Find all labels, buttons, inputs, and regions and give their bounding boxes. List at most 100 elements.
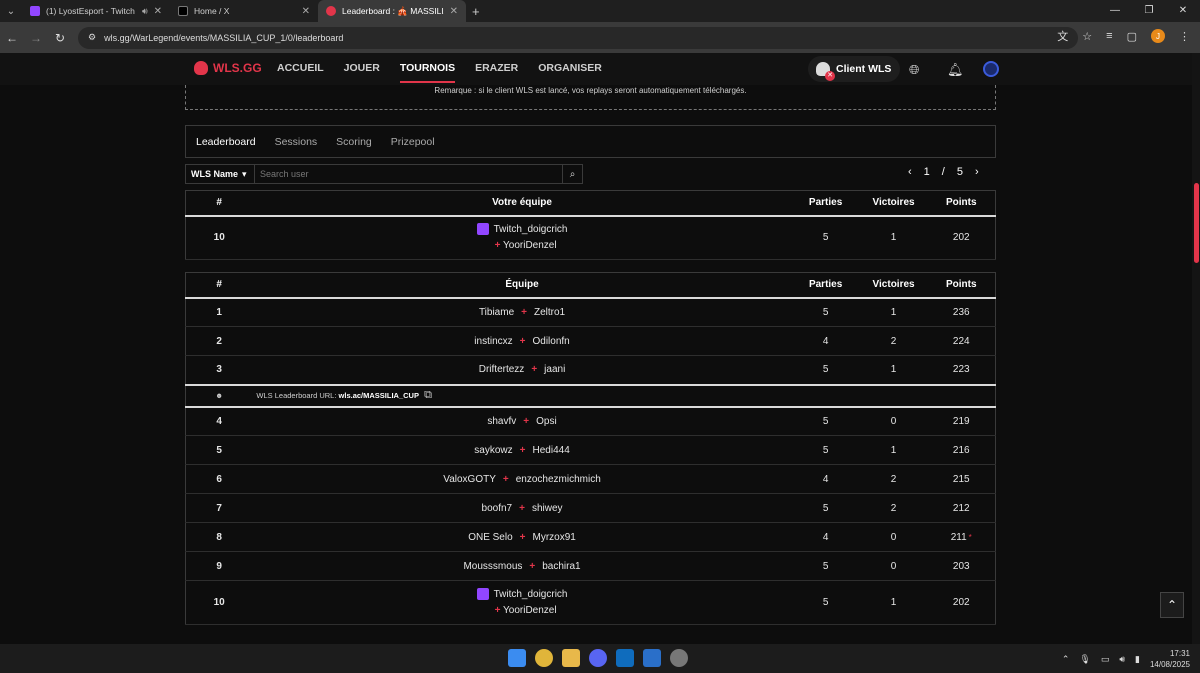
tab-close-icon[interactable]: ✕ [302,6,310,17]
user-avatar[interactable] [983,61,999,77]
player-name[interactable]: instincxz [474,336,512,347]
tab-prizepool[interactable]: Prizepool [391,136,435,148]
search-field-select[interactable]: WLS Name ▾ [185,164,255,184]
scrollbar-thumb[interactable] [1194,183,1199,263]
table-row[interactable]: 10 Twitch_doigcrich + YooriDenzel 5 1 20… [185,580,996,625]
player-name[interactable]: enzochezmichmich [516,474,601,485]
table-row[interactable]: 9 Mousssmous + bachira1 5 0 203 [185,551,996,581]
close-window-icon[interactable]: ✕ [1166,0,1200,22]
outlook-icon[interactable] [616,649,634,667]
player-name[interactable]: Twitch_doigcrich [494,224,568,235]
player-name[interactable]: Twitch_doigcrich [494,589,568,600]
minimize-icon[interactable]: — [1098,0,1132,22]
volume-icon[interactable]: 🔊︎ [1119,654,1125,665]
browser-menu-icon[interactable]: ⋮ [1179,30,1190,43]
table-row[interactable]: 6 ValoxGOTY + enzochezmichmich 4 2 215 [185,464,996,494]
tab-close-icon[interactable]: ✕ [154,6,162,17]
clock[interactable]: 17:31 14/08/2025 [1150,648,1190,670]
victoires-cell: 0 [859,406,928,436]
points-cell: 236 [927,297,996,327]
recorder-icon[interactable] [670,649,688,667]
file-explorer-icon[interactable] [562,649,580,667]
tray-chevron-icon[interactable]: ⌃ [1062,654,1070,665]
table-row[interactable]: 7 boofn7 + shiwey 5 2 212 [185,493,996,523]
player-name[interactable]: ONE Selo [468,532,512,543]
translate-icon[interactable]: 文 [1057,28,1068,44]
browser-tab-twitch[interactable]: (1) LyostEsport - Twitch 🔊︎ ✕ [22,0,170,22]
table-row[interactable]: 2 instincxz + Odilonfn 4 2 224 [185,326,996,356]
nav-tournois[interactable]: TOURNOIS [399,62,456,83]
player-name[interactable]: boofn7 [482,503,513,514]
player-name[interactable]: Tibiame [479,307,514,318]
leaderboard-url[interactable]: wls.ac/MASSILIA_CUP [339,391,419,400]
tab-close-icon[interactable]: ✕ [450,6,458,17]
nav-erazer[interactable]: ERAZER [475,62,518,83]
extensions-icon[interactable]: ▢ [1127,30,1137,43]
table-header-row: # Votre équipe Parties Victoires Points [185,190,996,217]
app-icon[interactable] [643,649,661,667]
parties-cell: 5 [791,493,860,523]
maximize-icon[interactable]: ❐ [1132,0,1166,22]
page-scrollbar[interactable] [1192,53,1200,644]
player-name[interactable]: Odilonfn [533,336,570,347]
wls-logo[interactable]: WLS.GG [194,61,262,75]
network-icon[interactable]: ▭ [1101,654,1110,665]
player-name[interactable]: bachira1 [542,561,580,572]
table-row[interactable]: 1 Tibiame + Zeltro1 5 1 236 [185,297,996,327]
player-name[interactable]: shavfv [487,416,516,427]
parties-cell: 5 [791,580,860,625]
next-page-icon[interactable]: › [975,166,979,178]
player-name[interactable]: jaani [544,364,565,375]
back-icon[interactable]: ← [0,31,24,45]
chrome-icon[interactable] [535,649,553,667]
player-name[interactable]: YooriDenzel [503,240,557,251]
media-controls-icon[interactable]: ≡ [1106,30,1112,42]
prev-page-icon[interactable]: ‹ [908,166,912,178]
table-row[interactable]: 8 ONE Selo + Myrzox91 4 0 211 * [185,522,996,552]
player-name[interactable]: Opsi [536,416,557,427]
browser-tab-x[interactable]: Home / X ✕ [170,0,318,22]
player-name[interactable]: Mousssmous [463,561,522,572]
back-to-top-button[interactable]: ⌃ [1160,592,1184,618]
speaker-icon[interactable]: 🔊︎ [142,6,148,17]
copy-icon[interactable]: ⧉ [424,389,432,401]
plus-icon: + [523,415,530,427]
microphone-icon[interactable]: 🎙︎ [1079,654,1090,665]
reload-icon[interactable]: ↻ [48,31,72,45]
player-name[interactable]: Myrzox91 [533,532,576,543]
language-globe-icon[interactable]: 🌐︎ [909,62,919,78]
player-name[interactable]: Hedi444 [533,445,570,456]
browser-tab-leaderboard[interactable]: Leaderboard : 🎪 MASSILIA CU ✕ [318,0,466,22]
my-team-row[interactable]: 10 Twitch_doigcrich + YooriDenzel 5 1 20… [185,215,996,260]
tab-sessions[interactable]: Sessions [275,136,318,148]
tab-search-icon[interactable]: ⌄ [0,0,22,22]
tab-leaderboard[interactable]: Leaderboard [196,136,256,148]
player-name[interactable]: Zeltro1 [534,307,565,318]
search-user-input[interactable]: Search user [255,164,563,184]
notifications-bell-icon[interactable]: 🔔︎ [947,62,964,78]
table-row[interactable]: 4 shavfv + Opsi 5 0 219 [185,406,996,436]
url-input[interactable]: ⚙ wls.gg/WarLegend/events/MASSILIA_CUP_1… [78,26,1078,49]
new-tab-button[interactable]: + [466,4,486,19]
bookmark-star-icon[interactable]: ☆ [1082,30,1092,43]
player-name[interactable]: saykowz [474,445,512,456]
table-row[interactable]: 5 saykowz + Hedi444 5 1 216 [185,435,996,465]
player-name[interactable]: Driftertezz [479,364,525,375]
profile-avatar[interactable]: J [1151,29,1165,43]
forward-icon[interactable]: → [24,31,48,45]
search-button[interactable]: ⌕ [563,164,583,184]
player-name[interactable]: ValoxGOTY [443,474,496,485]
player-name[interactable]: YooriDenzel [503,605,557,616]
tab-scoring[interactable]: Scoring [336,136,372,148]
discord-icon[interactable] [589,649,607,667]
nav-organiser[interactable]: ORGANISER [538,62,602,83]
client-wls-button[interactable]: Client WLS [808,56,900,82]
replay-notice: Remarque : si le client WLS est lancé, v… [185,85,996,110]
nav-jouer[interactable]: JOUER [344,62,380,83]
player-name[interactable]: shiwey [532,503,563,514]
battery-icon[interactable]: ▮ [1135,654,1140,665]
windows-start-icon[interactable] [508,649,526,667]
nav-accueil[interactable]: ACCUEIL [277,62,324,83]
site-info-icon[interactable]: ⚙ [88,32,96,43]
table-row[interactable]: 3 Driftertezz + jaani 5 1 223 [185,355,996,385]
